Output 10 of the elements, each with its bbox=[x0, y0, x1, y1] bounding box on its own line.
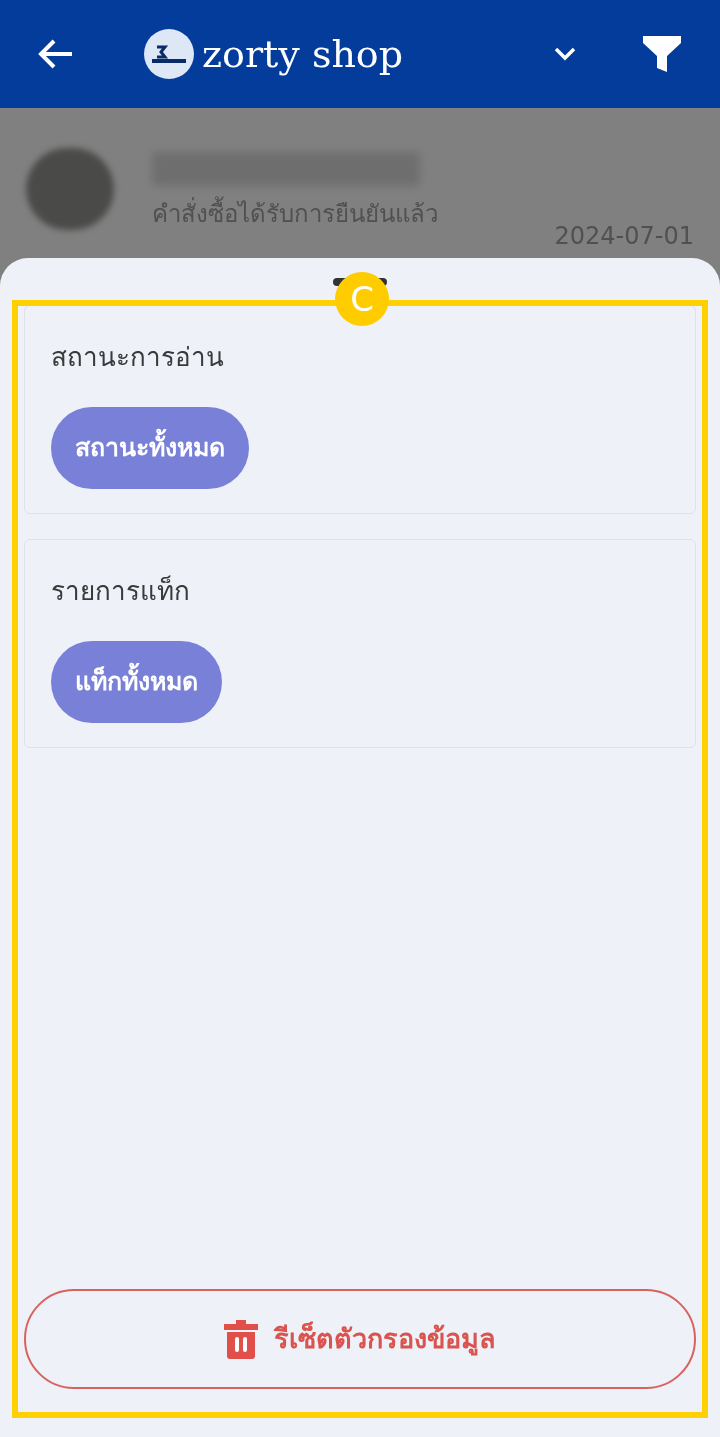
trash-icon bbox=[224, 1319, 258, 1359]
logo-icon bbox=[144, 29, 194, 79]
reset-filter-button[interactable]: รีเซ็ตตัวกรองข้อมูล bbox=[24, 1289, 696, 1389]
filter-icon[interactable] bbox=[642, 34, 682, 74]
chevron-down-icon[interactable] bbox=[554, 47, 576, 61]
back-arrow-icon[interactable] bbox=[38, 38, 74, 70]
filter-chip[interactable]: แท็กทั้งหมด bbox=[51, 641, 222, 723]
section-title: สถานะการอ่าน bbox=[51, 341, 225, 374]
filter-chip[interactable]: สถานะทั้งหมด bbox=[51, 407, 249, 489]
section-title: รายการแท็ก bbox=[51, 574, 191, 608]
